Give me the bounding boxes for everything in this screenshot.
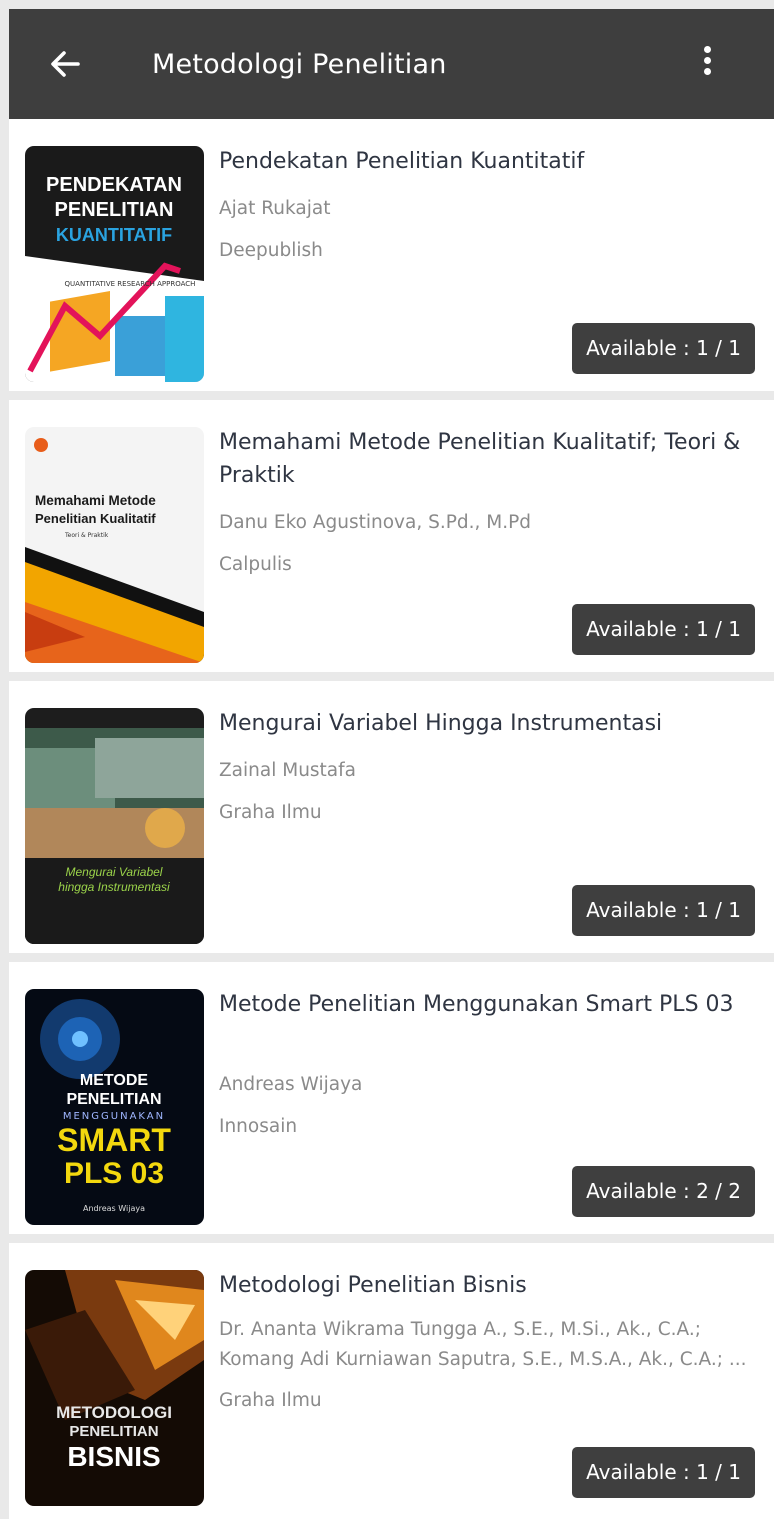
book-author: Andreas Wijaya	[219, 1074, 363, 1095]
svg-text:PLS 03: PLS 03	[64, 1157, 164, 1190]
svg-text:QUANTITATIVE RESEARCH APPROACH: QUANTITATIVE RESEARCH APPROACH	[65, 280, 196, 288]
svg-text:hingga Instrumentasi: hingga Instrumentasi	[58, 880, 170, 894]
svg-text:SMART: SMART	[57, 1122, 171, 1158]
svg-text:METODE: METODE	[80, 1072, 148, 1089]
book-title[interactable]: Metodologi Penelitian Bisnis	[219, 1269, 759, 1302]
book-card[interactable]: Memahami Metode Penelitian Kualitatif Te…	[9, 400, 774, 672]
book-title[interactable]: Mengurai Variabel Hingga Instrumentasi	[219, 707, 759, 740]
book-cover[interactable]: PENDEKATAN PENELITIAN KUANTITATIF QUANTI…	[25, 146, 204, 382]
svg-text:MENGGUNAKAN: MENGGUNAKAN	[63, 1111, 165, 1122]
book-title[interactable]: Memahami Metode Penelitian Kualitatif; T…	[219, 426, 759, 492]
book-publisher: Deepublish	[219, 240, 323, 261]
app-bar: Metodologi Penelitian	[9, 9, 774, 119]
book-cover[interactable]: METODE PENELITIAN MENGGUNAKAN SMART PLS …	[25, 989, 204, 1225]
availability-badge[interactable]: Available : 2 / 2	[572, 1166, 755, 1217]
book-publisher: Calpulis	[219, 554, 292, 575]
svg-text:BISNIS: BISNIS	[67, 1441, 160, 1472]
book-publisher: Graha Ilmu	[219, 802, 322, 823]
book-title[interactable]: Metode Penelitian Menggunakan Smart PLS …	[219, 988, 759, 1021]
svg-text:Teori & Praktik: Teori & Praktik	[64, 532, 109, 539]
svg-text:PENELITIAN: PENELITIAN	[69, 1423, 158, 1440]
book-card[interactable]: METODE PENELITIAN MENGGUNAKAN SMART PLS …	[9, 962, 774, 1234]
svg-text:Mengurai Variabel: Mengurai Variabel	[66, 865, 163, 879]
book-author: Danu Eko Agustinova, S.Pd., M.Pd	[219, 512, 532, 533]
book-cover[interactable]: Memahami Metode Penelitian Kualitatif Te…	[25, 427, 204, 663]
book-card[interactable]: METODOLOGI PENELITIAN BISNIS Metodologi …	[9, 1243, 774, 1519]
book-author: Dr. Ananta Wikrama Tungga A., S.E., M.Si…	[219, 1319, 747, 1370]
book-cover[interactable]: METODOLOGI PENELITIAN BISNIS	[25, 1270, 204, 1506]
availability-badge[interactable]: Available : 1 / 1	[572, 323, 755, 374]
book-cover[interactable]: Mengurai Variabel hingga Instrumentasi	[25, 708, 204, 944]
book-publisher: Graha Ilmu	[219, 1390, 322, 1411]
arrow-left-icon[interactable]	[45, 44, 85, 84]
availability-badge[interactable]: Available : 1 / 1	[572, 604, 755, 655]
book-author: Zainal Mustafa	[219, 760, 356, 781]
svg-text:KUANTITATIF: KUANTITATIF	[56, 225, 172, 245]
svg-text:PENELITIAN: PENELITIAN	[55, 199, 174, 221]
more-vert-icon[interactable]	[692, 43, 722, 87]
book-title[interactable]: Pendekatan Penelitian Kuantitatif	[219, 145, 759, 178]
book-publisher: Innosain	[219, 1116, 298, 1137]
availability-badge[interactable]: Available : 1 / 1	[572, 1447, 755, 1498]
book-author: Ajat Rukajat	[219, 198, 331, 219]
svg-text:Memahami Metode: Memahami Metode	[35, 493, 156, 508]
svg-text:Andreas Wijaya: Andreas Wijaya	[83, 1204, 145, 1213]
svg-text:PENELITIAN: PENELITIAN	[66, 1091, 161, 1108]
svg-text:METODOLOGI: METODOLOGI	[56, 1403, 172, 1422]
svg-text:Penelitian Kualitatif: Penelitian Kualitatif	[35, 511, 156, 526]
page-title: Metodologi Penelitian	[152, 49, 447, 80]
availability-badge[interactable]: Available : 1 / 1	[572, 885, 755, 936]
book-card[interactable]: PENDEKATAN PENELITIAN KUANTITATIF QUANTI…	[9, 119, 774, 391]
book-card[interactable]: Mengurai Variabel hingga Instrumentasi M…	[9, 681, 774, 953]
svg-text:PENDEKATAN: PENDEKATAN	[46, 174, 182, 196]
